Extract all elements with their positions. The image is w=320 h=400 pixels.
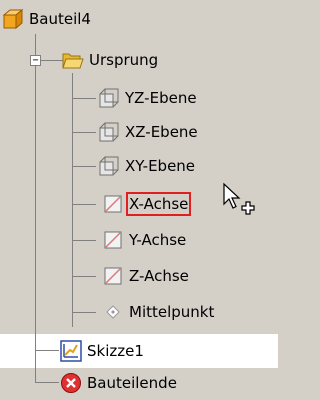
tree-line [72, 98, 96, 99]
tree-node-origin-folder[interactable]: Ursprung [62, 43, 160, 77]
tree-node-center-point[interactable]: Mittelpunkt [102, 295, 216, 329]
tree-line [72, 240, 96, 241]
sketch-icon [60, 340, 82, 362]
z-axis-label: Z-Achse [129, 267, 189, 285]
collapse-toggle[interactable]: − [30, 55, 41, 66]
work-axis-icon [102, 229, 124, 251]
part-cube-icon [2, 8, 24, 30]
xy-plane-label: XY-Ebene [125, 157, 196, 175]
work-axis-icon [102, 193, 124, 215]
tree-line [72, 204, 96, 205]
y-axis-label: Y-Achse [129, 231, 187, 249]
tree-node-xz-plane[interactable]: XZ-Ebene [98, 115, 200, 149]
tree-node-z-axis[interactable]: Z-Achse [102, 259, 191, 293]
end-of-part-icon [60, 372, 82, 394]
origin-folder-label: Ursprung [89, 51, 159, 69]
tree-node-x-axis[interactable]: X-Achse [102, 187, 192, 221]
end-of-part-label: Bauteilende [87, 374, 177, 392]
move-cursor-icon [222, 182, 262, 224]
xz-plane-label: XZ-Ebene [125, 123, 198, 141]
tree-line [72, 166, 96, 167]
tree-node-sketch[interactable]: Skizze1 [60, 334, 146, 368]
tree-line [72, 73, 73, 327]
x-axis-label: X-Achse [125, 192, 192, 216]
root-label: Bauteil4 [29, 10, 91, 28]
folder-open-icon [62, 49, 84, 71]
tree-node-yz-plane[interactable]: YZ-Ebene [98, 81, 199, 115]
tree-line [35, 34, 36, 382]
work-plane-icon [98, 121, 120, 143]
tree-line [72, 276, 96, 277]
yz-plane-label: YZ-Ebene [125, 89, 197, 107]
center-point-label: Mittelpunkt [129, 303, 215, 321]
tree-node-end-of-part[interactable]: Bauteilende [60, 366, 179, 400]
work-plane-icon [98, 87, 120, 109]
tree-line [35, 350, 59, 351]
work-axis-icon [102, 265, 124, 287]
tree-line [72, 312, 96, 313]
tree-line [35, 382, 59, 383]
work-point-icon [102, 301, 124, 323]
work-plane-icon [98, 155, 120, 177]
tree-line [72, 132, 96, 133]
tree-node-xy-plane[interactable]: XY-Ebene [98, 149, 197, 183]
collapse-toggle-glyph: − [32, 55, 39, 66]
sketch-label: Skizze1 [87, 342, 144, 360]
tree-node-root[interactable]: Bauteil4 [2, 2, 93, 36]
model-browser-tree: − Bauteil4 Ursprung YZ-Ebene XZ-Ebene XY… [0, 0, 278, 398]
tree-node-y-axis[interactable]: Y-Achse [102, 223, 188, 257]
